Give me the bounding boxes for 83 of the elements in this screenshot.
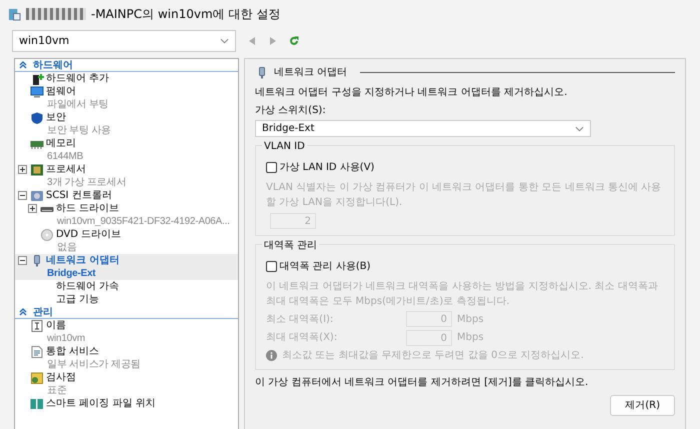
switch-label: 가상 스위치(S):: [255, 104, 327, 118]
tree-item[interactable]: DVD 드라이브 없음: [15, 228, 238, 254]
panel-title: 네트워크 어댑터: [274, 66, 348, 80]
selected-tree-item[interactable]: 네트워크 어댑터 Bridge-Ext: [15, 254, 238, 280]
section-title: 관리: [33, 306, 53, 318]
refresh-icon[interactable]: [289, 36, 299, 46]
item-detail: 일부 서비스가 제공됨: [46, 358, 142, 371]
tree-item[interactable]: 하드웨어 추가: [15, 72, 238, 85]
tree-item[interactable]: 보안 보안 부팅 사용: [15, 111, 238, 137]
item-label: 스마트 페이징 파일 위치: [46, 397, 156, 410]
checkbox-label[interactable]: 가상 LAN ID 사용(V): [280, 160, 374, 175]
item-label: SCSI 컨트롤러: [46, 189, 112, 202]
dropdown-caret-icon[interactable]: [220, 38, 229, 44]
info-note: 최소값 또는 최대값을 무제한으로 두려면 값을 0으로 지정하십시오.: [282, 349, 584, 363]
item-label: 검사점: [46, 371, 76, 384]
paging-file-icon: [30, 398, 44, 410]
tree-item[interactable]: 메모리 6144MB: [15, 137, 238, 163]
processor-chip-icon: [30, 164, 44, 176]
item-label: 하드 드라이브: [56, 202, 120, 215]
window-title: -MAINPC의 win10vm에 대한 설정: [91, 6, 280, 23]
tree-item[interactable]: 고급 기능: [15, 293, 238, 306]
item-label: 프로세서: [46, 163, 86, 176]
item-label: 이름: [46, 319, 66, 332]
tree-item[interactable]: 검사점 표준: [15, 371, 238, 397]
item-detail: 보안 부팅 사용: [46, 124, 112, 137]
tree-item[interactable]: SCSI 컨트롤러: [15, 189, 238, 202]
expand-icon[interactable]: [28, 204, 37, 213]
item-detail: 파일에서 부팅: [46, 98, 110, 111]
checkbox[interactable]: [266, 260, 277, 272]
item-detail: 표준: [46, 384, 68, 397]
item-detail: 없음: [56, 241, 78, 254]
tree-item[interactable]: 펌웨어 파일에서 부팅: [15, 85, 238, 111]
item-detail: win10vm_9035F421-DF32-4192-A06A...: [56, 215, 231, 228]
app-icon: [8, 8, 21, 20]
tree-item[interactable]: 하드웨어 가속: [15, 280, 238, 293]
shield-icon: [30, 112, 44, 124]
unit-label: Mbps: [457, 312, 484, 326]
item-label: 고급 기능: [56, 293, 100, 306]
field-label: 최소 대역폭(I):: [266, 312, 334, 326]
footer-text: 이 가상 컴퓨터에서 네트워크 어댑터를 제거하려면 [제거]를 클릭하십시오.: [255, 376, 590, 390]
tree-item[interactable]: 통합 서비스 일부 서비스가 제공됨: [15, 345, 238, 371]
item-label: DVD 드라이브: [56, 228, 122, 241]
vm-select[interactable]: win10vm: [12, 30, 236, 52]
section-title: 하드웨어: [33, 59, 73, 72]
collapse-icon[interactable]: [18, 191, 27, 200]
redacted-block: [26, 8, 86, 20]
item-detail: 3개 가상 프로세서: [46, 176, 128, 189]
tree-item[interactable]: 하드 드라이브 win10vm_9035F421-DF32-4192-A06A...: [15, 202, 238, 228]
info-icon: [266, 350, 277, 361]
controller-icon: [30, 190, 44, 202]
name-tag-icon: [30, 320, 44, 332]
checkbox[interactable]: [266, 162, 277, 173]
tree-item[interactable]: 스마트 페이징 파일 위치: [15, 397, 238, 410]
disc-icon: [40, 228, 54, 240]
collapse-chevron-icon[interactable]: [19, 308, 27, 316]
item-detail: Bridge-Ext: [46, 267, 97, 280]
group-legend: 대역폭 관리: [262, 238, 320, 252]
item-label: 통합 서비스: [46, 345, 100, 358]
dropdown-caret-icon[interactable]: [575, 126, 584, 132]
collapse-icon[interactable]: [18, 256, 27, 265]
group-description: 이 네트워크 어댑터가 네트워크 대역폭을 사용하는 방법을 지정하십시오. 최소 대역폭과 최대 대역폭은 모두 Mbps(메가비트/초)로 측정됩니다.: [266, 280, 659, 308]
item-label: 보안: [46, 111, 66, 124]
document-icon: [30, 346, 44, 358]
monitor-icon: [30, 86, 44, 98]
virtual-switch-select[interactable]: Bridge-Ext: [255, 120, 591, 137]
item-detail: win10vm: [46, 332, 86, 345]
expand-icon[interactable]: [18, 165, 27, 174]
item-label: 메모리: [46, 137, 76, 150]
checkbox-label[interactable]: 대역폭 관리 사용(B): [280, 258, 371, 274]
item-label: 펌웨어: [46, 85, 76, 98]
item-label: 하드웨어 가속: [56, 280, 120, 293]
panel-description: 네트워크 어댑터 구성을 지정하거나 네트워크 어댑터를 제거하십시오.: [255, 86, 568, 100]
tree-item[interactable]: 이름 win10vm: [15, 319, 238, 345]
tree-item[interactable]: 프로세서 3개 가상 프로세서: [15, 163, 238, 189]
unit-label: Mbps: [457, 331, 484, 345]
remove-button[interactable]: 제거(R): [610, 395, 675, 416]
collapse-chevron-icon[interactable]: [19, 61, 27, 69]
item-label: 하드웨어 추가: [46, 72, 110, 85]
item-label: 네트워크 어댑터: [46, 254, 120, 267]
group-description: VLAN 식별자는 이 가상 컴퓨터가 이 네트워크 어댑터를 통한 모든 네트워크 통신에 사용할 가상 LAN을 지정합니다(L).: [266, 181, 662, 210]
checkpoint-folder-icon: [30, 372, 44, 384]
item-detail: 6144MB: [46, 150, 84, 163]
field-label: 최대 대역폭(X):: [266, 331, 338, 345]
